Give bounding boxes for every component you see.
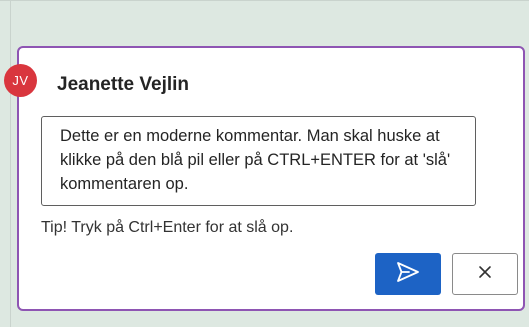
close-icon	[477, 264, 493, 285]
avatar-initials: JV	[12, 73, 29, 88]
gridline	[0, 0, 529, 1]
tip-text: Tip! Tryk på Ctrl+Enter for at slå op.	[41, 219, 294, 236]
comment-text: Dette er en moderne kommentar. Man skal …	[60, 127, 451, 193]
send-button[interactable]	[375, 253, 441, 295]
send-icon	[395, 261, 421, 288]
gridline	[10, 0, 11, 327]
cancel-button[interactable]	[452, 253, 518, 295]
comment-author: Jeanette Vejlin	[57, 74, 190, 95]
avatar: JV	[4, 64, 37, 97]
comment-input[interactable]: Dette er en moderne kommentar. Man skal …	[41, 116, 476, 206]
